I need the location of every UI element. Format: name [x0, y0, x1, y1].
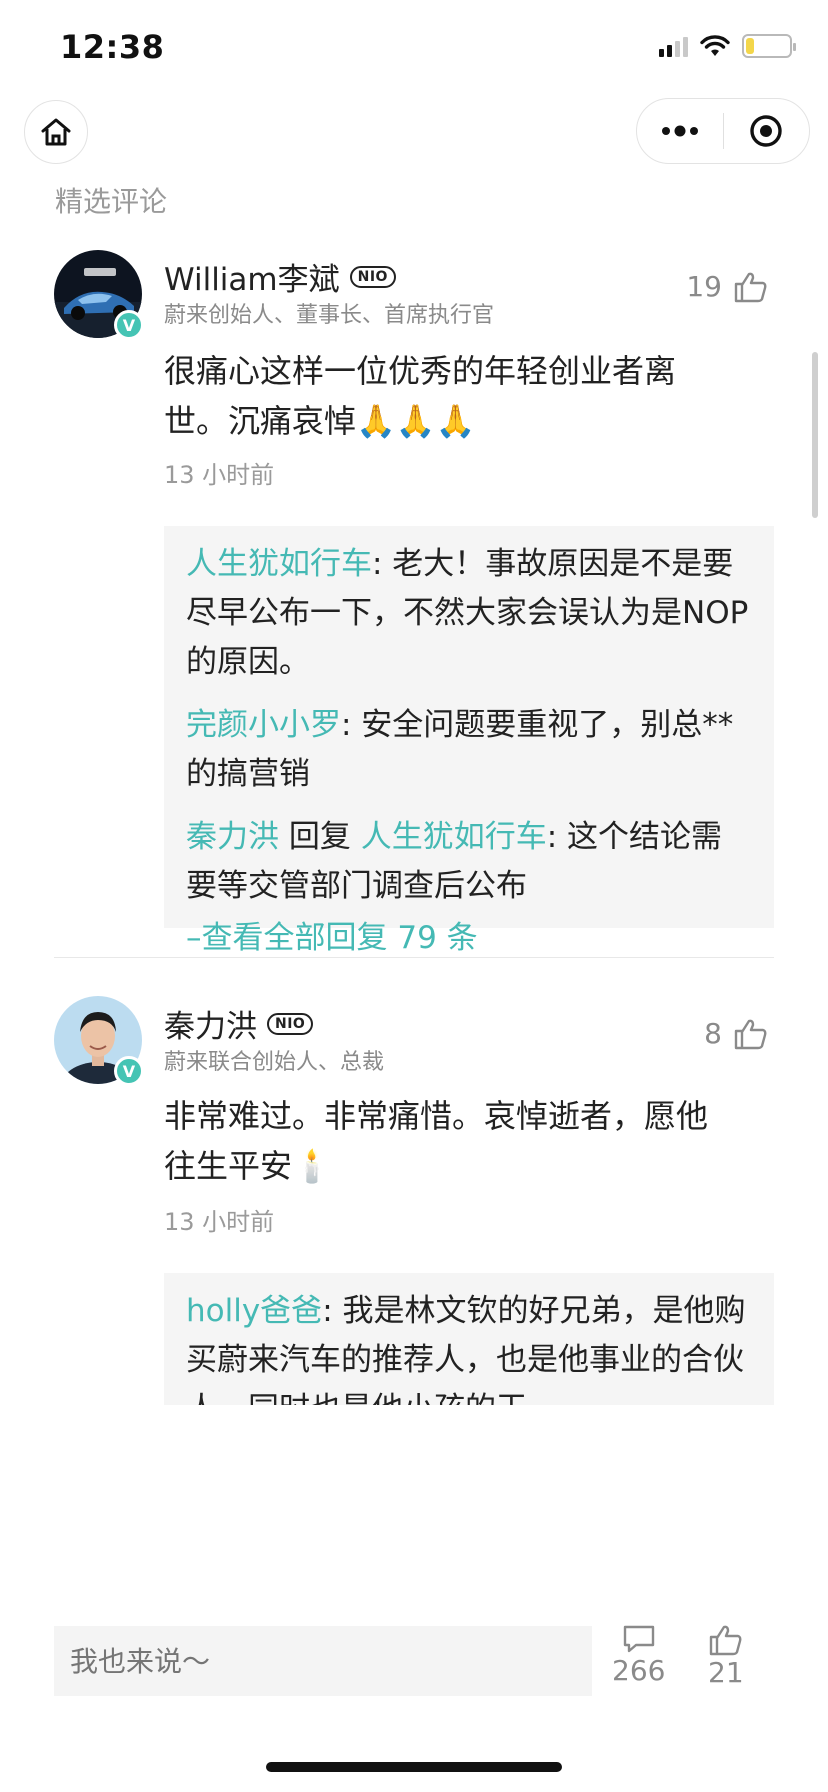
reply-author[interactable]: 完颜小小罗	[186, 707, 341, 743]
comment-text: 非常难过。非常痛惜。哀悼逝者，愿他往生平安🕯️	[164, 1097, 709, 1185]
like-count: 8	[704, 1017, 722, 1050]
more-dots-icon	[661, 125, 698, 137]
thumbs-up-icon	[734, 272, 767, 302]
avatar[interactable]: V	[54, 250, 144, 340]
reply-connector: 回复	[279, 819, 361, 855]
more-options-button[interactable]	[637, 99, 723, 163]
commenter-name[interactable]: William李斌	[164, 254, 340, 299]
reply-target[interactable]: 人生犹如行车	[361, 819, 547, 855]
reply-item[interactable]: 秦力洪 回复 人生犹如行车: 这个结论需要等交管部门调查后公布	[186, 813, 752, 911]
reply-item[interactable]: holly爸爸: 我是林文钦的好兄弟，是他购买蔚来汽车的推荐人，也是他事业的合伙…	[186, 1287, 752, 1405]
status-icons	[659, 34, 796, 58]
comment-time: 13 小时前	[164, 1208, 275, 1236]
comments-count-button[interactable]: 266	[612, 1624, 665, 1687]
reply-item[interactable]: 人生犹如行车: 老大！事故原因是不是要尽早公布一下，不然大家会误认为是NOP的原…	[186, 540, 752, 687]
close-miniprogram-button[interactable]	[724, 99, 810, 163]
comment-text: 很痛心这样一位优秀的年轻创业者离世。沉痛哀悼🙏🙏🙏	[164, 352, 677, 440]
nio-badge: NIO	[267, 1012, 314, 1035]
article-comments-page: 12:38 精选评论 V William李斌 NIO 蔚来创始人、董事长、首席执…	[0, 0, 828, 1792]
reply-author[interactable]: 人生犹如行车	[186, 546, 372, 582]
comment-like-button[interactable]: 19	[686, 270, 768, 303]
verified-badge: V	[114, 1056, 144, 1086]
reply-list: holly爸爸: 我是林文钦的好兄弟，是他购买蔚来汽车的推荐人，也是他事业的合伙…	[164, 1273, 774, 1405]
home-indicator	[266, 1762, 562, 1772]
home-icon	[41, 118, 71, 146]
commenter-title: 蔚来创始人、董事长、首席执行官	[164, 303, 495, 328]
target-close-icon	[750, 115, 782, 147]
comment-time: 13 小时前	[164, 461, 275, 489]
reply-item[interactable]: 完颜小小罗: 安全问题要重视了，别总**的搞营销	[186, 701, 752, 799]
miniprogram-capsule	[636, 98, 810, 164]
wifi-icon	[700, 35, 730, 56]
status-time: 12:38	[60, 28, 165, 66]
scrollbar[interactable]	[812, 352, 818, 518]
view-all-replies-link[interactable]: –查看全部回复 79 条	[186, 915, 752, 961]
battery-icon	[742, 34, 796, 58]
section-title: 精选评论	[55, 185, 168, 218]
reply-author[interactable]: holly爸爸	[186, 1293, 322, 1329]
thumbs-up-icon	[709, 1625, 742, 1656]
commenter-title: 蔚来联合创始人、总裁	[164, 1050, 385, 1075]
commenter-name[interactable]: 秦力洪	[164, 1001, 257, 1046]
comment-input[interactable]	[54, 1626, 592, 1696]
verified-badge: V	[114, 310, 144, 340]
reply-list: 人生犹如行车: 老大！事故原因是不是要尽早公布一下，不然大家会误认为是NOP的原…	[164, 526, 774, 956]
nio-badge: NIO	[349, 265, 396, 288]
article-like-count: 21	[708, 1656, 744, 1689]
home-button[interactable]	[24, 100, 88, 164]
thumbs-up-icon	[734, 1019, 767, 1049]
reply-author[interactable]: 秦力洪	[186, 819, 279, 855]
like-count: 19	[686, 270, 722, 303]
article-like-button[interactable]: 21	[708, 1624, 744, 1689]
avatar[interactable]: V	[54, 996, 144, 1086]
cellular-signal-icon	[659, 35, 688, 57]
comment-divider	[54, 957, 774, 958]
comments-count: 266	[612, 1654, 666, 1687]
comment-like-button[interactable]: 8	[704, 1017, 768, 1050]
comment-bubble-icon	[623, 1625, 654, 1653]
